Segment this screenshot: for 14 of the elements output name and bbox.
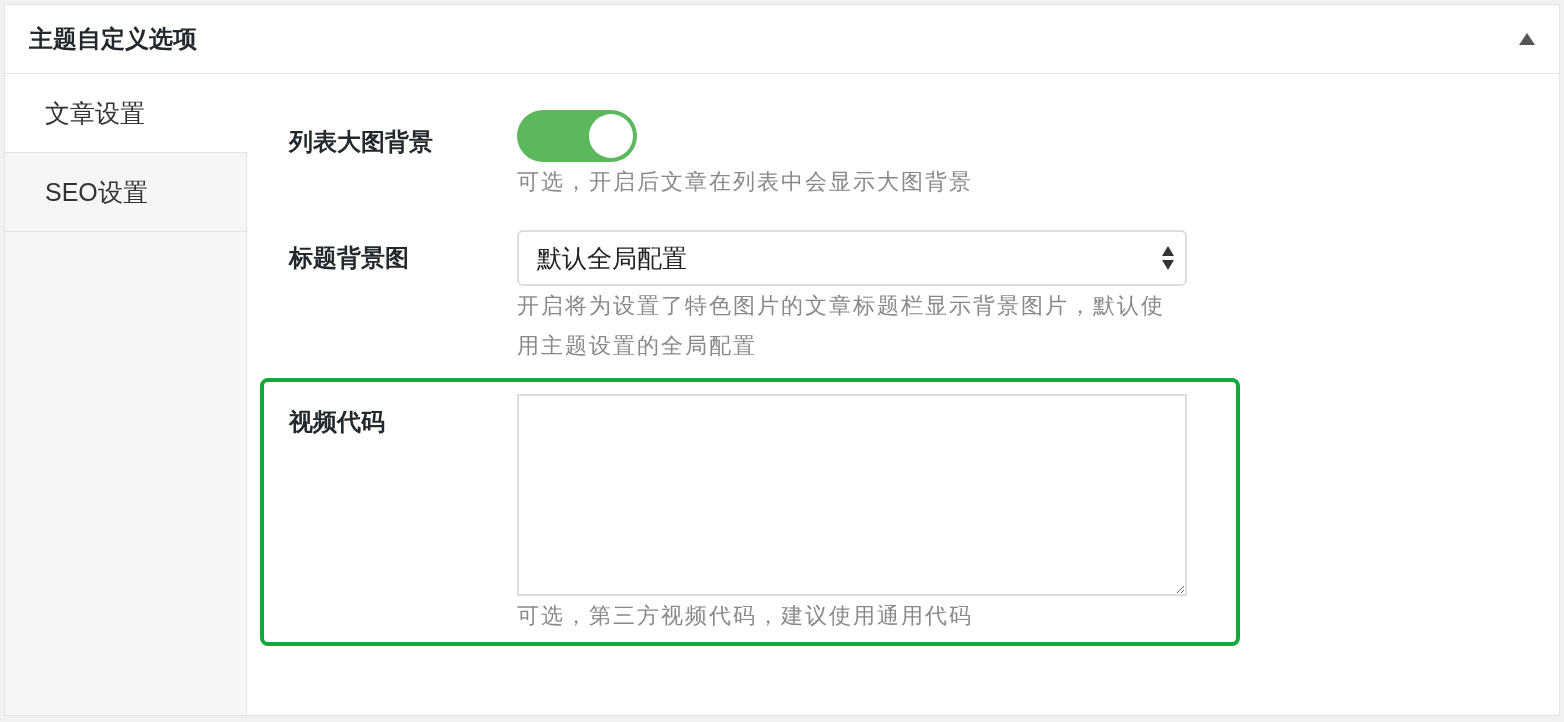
toggle-switch[interactable] (517, 110, 637, 162)
field-description: 开启将为设置了特色图片的文章标题栏显示背景图片，默认使用主题设置的全局配置 (517, 292, 1166, 360)
triangle-up-icon[interactable] (1519, 33, 1535, 45)
panel-title: 主题自定义选项 (29, 24, 197, 54)
sidebar-tab[interactable]: SEO设置 (5, 153, 246, 232)
field-label: 标题背景图 (289, 243, 410, 273)
field-label: 列表大图背景 (289, 127, 434, 157)
field-label: 视频代码 (289, 407, 386, 437)
field-description: 可选，开启后文章在列表中会显示大图背景 (517, 168, 974, 196)
up-down-caret-icon (1161, 245, 1175, 271)
select-field[interactable]: 默认全局配置 (517, 230, 1187, 286)
sidebar-tab[interactable]: 文章设置 (5, 74, 247, 153)
field-description: 可选，第三方视频代码，建议使用通用代码 (517, 602, 974, 630)
textarea-field[interactable] (517, 394, 1187, 596)
